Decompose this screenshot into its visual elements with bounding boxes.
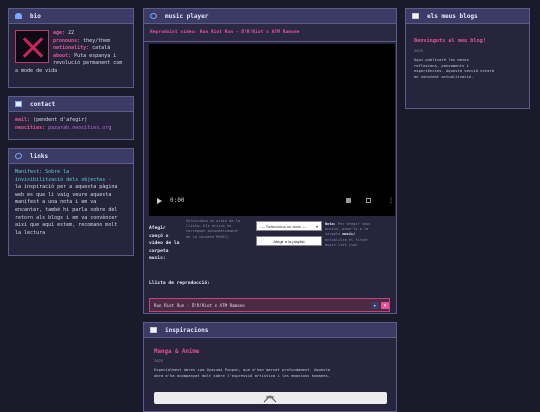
blog-post-year: 2025 [414, 48, 424, 53]
mail-icon [15, 101, 22, 107]
pronouns-value: they/them [83, 37, 111, 44]
bio-panel: bio age: 22 pronouns: they/them national… [8, 8, 134, 88]
inspiracions-header: inspiracions [144, 323, 396, 338]
contact-header: contact [9, 97, 133, 112]
mail-label: mail: [15, 117, 31, 123]
note-icon [412, 13, 419, 19]
blog-post-text: Aquí publicaré les meves reflexions, pen… [414, 57, 495, 79]
mail-value: (pendent d'afegir) [33, 117, 88, 123]
bio-title: bio [30, 12, 41, 20]
video-time: 0:00 [170, 197, 185, 204]
playlist-title: Llista de reproducció: [149, 281, 210, 286]
links-header: links [9, 149, 133, 164]
select-hint: Selecciona un arxiu de la llista. Els ar… [186, 219, 241, 239]
nationality-label: nationality: [53, 45, 90, 52]
about-label: about: [53, 52, 72, 59]
inspiracions-title: inspiracions [165, 326, 209, 334]
links-line: així que aquí estem, recomano molt [15, 222, 118, 229]
music-panel: music player Reproduint vídeo: Run Riot … [143, 8, 397, 314]
blogs-header: els meus blogs [406, 9, 529, 24]
video-controls: 0:00 ⋮ [149, 197, 395, 205]
play-track-icon[interactable]: ▸ [371, 302, 379, 309]
about-cont-2: a mode de vida [15, 67, 58, 74]
note-text: Nota: Per afegir nous arxius, posa'ls a … [325, 222, 371, 247]
remove-track-icon[interactable]: × [381, 302, 389, 309]
add-label: Afegir cançó o vídeo de la carpeta music… [149, 226, 180, 262]
neocities-link[interactable]: pazarah.neocities.org [48, 125, 111, 131]
blogs-title: els meus blogs [427, 12, 478, 20]
bio-header: bio [9, 9, 133, 24]
note-icon [150, 327, 157, 333]
contact-title: contact [30, 100, 56, 108]
music-icon [150, 13, 157, 19]
playlist-item-title: Run Riot Run - Ö!R!Riot x ATM Ramone [154, 302, 245, 308]
contact-panel: contact mail: (pendent d'afegir) neociti… [8, 96, 134, 140]
blogs-panel: els meus blogs Benvinguts al meu blog! 2… [405, 8, 530, 109]
nationality-value: català [92, 45, 111, 52]
chevron-down-icon: ▾ [315, 223, 318, 229]
avatar [15, 30, 49, 63]
more-icon[interactable]: ⋮ [388, 197, 394, 204]
links-panel: links Manifest: Sobre la invisibilitzaci… [8, 148, 134, 256]
links-line: la inspiració per a aquesta pàgina [15, 184, 118, 191]
file-select[interactable]: — Selecciona un arxiu — ▾ [256, 221, 322, 231]
fullscreen-icon[interactable] [366, 198, 371, 203]
file-select-value: — Selecciona un arxiu — [261, 223, 307, 229]
links-text: Manifest: Sobre la invisibilització dels… [9, 164, 133, 237]
blog-post-title[interactable]: Benvinguts al meu blog! [414, 38, 521, 44]
add-to-playlist-button[interactable]: Afegir a la playlist [256, 236, 322, 246]
inspiration-text: Especialment obres com Oyasumi Punpun, q… [154, 367, 331, 378]
age-label: age: [53, 30, 66, 36]
volume-icon[interactable] [346, 198, 351, 203]
link-icon [13, 151, 24, 161]
links-line: web es que li vaig veure aquesta [15, 191, 112, 198]
manifest-link[interactable]: Manifest: Sobre la [15, 169, 127, 177]
inspiration-year: 2025 [154, 358, 164, 363]
user-icon [15, 13, 22, 19]
inspiration-image [154, 392, 387, 404]
music-title: music player [165, 12, 209, 20]
now-playing: Reproduint vídeo: Run Riot Run - Ö!R!Rio… [144, 24, 396, 42]
music-header: music player [144, 9, 396, 24]
links-line: manifest a una nota i em va [15, 199, 97, 206]
age-value: 22 [68, 30, 75, 36]
neocities-label: neocities: [15, 124, 46, 131]
about-cont-1: revolució permanent com [53, 60, 123, 67]
links-title: links [30, 152, 49, 160]
pronouns-label: pronouns: [53, 37, 81, 44]
links-line: la lectura [15, 229, 46, 236]
play-icon[interactable] [157, 198, 162, 204]
bio-fields: age: 22 pronouns: they/them nationality:… [53, 30, 122, 68]
links-line: encantar, també hi parla sobre del [15, 206, 118, 213]
about-value: Puta espanya i [74, 52, 117, 59]
inspiration-title: Manga & Anime [154, 349, 200, 355]
playlist-item[interactable]: Run Riot Run - Ö!R!Riot x ATM Ramone ▸ × [149, 298, 390, 312]
video-player[interactable]: 0:00 ⋮ [149, 44, 395, 216]
inspiracions-panel: inspiracions Manga & Anime 2025 Especial… [143, 322, 397, 412]
